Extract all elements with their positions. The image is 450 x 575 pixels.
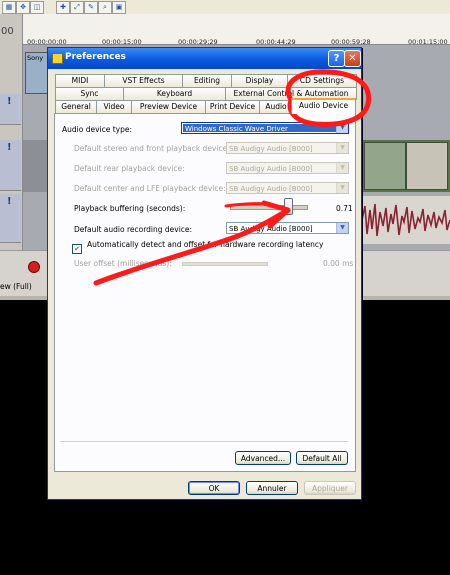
rear-playback-select[interactable]: SB Audigy Audio [B000] ▼ [226, 162, 349, 174]
track-warning-icon: ! [7, 196, 12, 207]
envelope-tool-icon[interactable]: ✎ [84, 1, 98, 14]
device-type-select[interactable]: Windows Classic Wave Driver ▼ [181, 122, 349, 134]
track-header[interactable]: ! [0, 194, 21, 243]
video-clip-thumbnail[interactable] [362, 140, 450, 192]
tab-editing[interactable]: Editing [182, 74, 232, 87]
audio-clip[interactable] [362, 196, 450, 244]
app-icon [52, 53, 63, 64]
buffering-value: 0.71 [336, 204, 353, 213]
tab-midi[interactable]: MIDI [55, 74, 105, 87]
recording-device-select[interactable]: SB Audigy Audio [B000] ▼ [226, 222, 349, 234]
toolbar-icon[interactable]: ▦ [2, 1, 16, 14]
tab-sync[interactable]: Sync [55, 87, 124, 100]
device-type-label: Audio device type: [62, 125, 133, 134]
tab-print-device[interactable]: Print Device [205, 100, 260, 113]
advanced-button[interactable]: Advanced... [235, 451, 291, 465]
edit-tool-icon[interactable]: ⤢ [70, 1, 84, 14]
user-offset-value: 0.00 ms [323, 259, 354, 268]
track-warning-icon: ! [7, 96, 12, 107]
toolbar-icon[interactable]: ✥ [16, 1, 30, 14]
chevron-down-icon: ▼ [336, 143, 348, 153]
selection-tool-icon[interactable]: ✚ [56, 1, 70, 14]
user-offset-slider[interactable] [182, 262, 268, 266]
front-playback-select[interactable]: SB Audigy Audio [B000] ▼ [226, 142, 349, 154]
panel-separator [60, 441, 348, 443]
fit-tool-icon[interactable]: ▣ [112, 1, 126, 14]
ok-button[interactable]: OK [188, 481, 240, 495]
center-lfe-label: Default center and LFE playback device: [74, 184, 226, 193]
video-frame [406, 142, 448, 190]
apply-button[interactable]: Appliquer [304, 481, 356, 495]
buffering-slider-track[interactable] [230, 205, 308, 210]
record-button[interactable] [28, 261, 40, 273]
tab-preview-device[interactable]: Preview Device [131, 100, 206, 113]
dialog-titlebar[interactable]: Preferences ? ✕ [48, 48, 361, 69]
chevron-down-icon: ▼ [336, 163, 348, 173]
rear-playback-value: SB Audigy Audio [B000] [229, 165, 313, 173]
tab-keyboard[interactable]: Keyboard [123, 87, 226, 100]
editor-toolbar: ▦ ✥ ◫ ✚ ⤢ ✎ ⌕ ▣ [0, 0, 450, 15]
zoom-tool-icon[interactable]: ⌕ [98, 1, 112, 14]
recording-device-value: SB Audigy Audio [B000] [229, 225, 313, 233]
chevron-down-icon: ▼ [336, 183, 348, 193]
help-button[interactable]: ? [328, 50, 345, 67]
center-lfe-value: SB Audigy Audio [B000] [229, 185, 313, 193]
tab-audio-device[interactable]: Audio Device [291, 98, 356, 114]
user-offset-label: User offset (milliseconds): [74, 259, 172, 268]
video-frame [364, 142, 406, 190]
rear-playback-label: Default rear playback device: [74, 164, 185, 173]
audio-device-panel: Audio device type: Windows Classic Wave … [54, 113, 356, 472]
track-list-panel: 00 ! ! ! [0, 14, 23, 264]
track-header[interactable]: ! [0, 140, 21, 191]
track-header[interactable]: ! [0, 94, 21, 125]
front-playback-label: Default stereo and front playback device… [74, 144, 230, 153]
dialog-title: Preferences [65, 52, 126, 62]
tab-display[interactable]: Display [231, 74, 288, 87]
track-warning-icon: ! [7, 142, 12, 153]
preferences-dialog: Preferences ? ✕ MIDI VST Effects Editing… [47, 47, 362, 500]
tab-audio[interactable]: Audio [259, 100, 293, 113]
device-type-value: Windows Classic Wave Driver [183, 124, 336, 133]
center-lfe-select[interactable]: SB Audigy Audio [B000] ▼ [226, 182, 349, 194]
clip-label: Sony [27, 54, 44, 62]
time-display: 00 [1, 26, 14, 37]
chevron-down-icon: ▼ [336, 123, 348, 133]
chevron-down-icon: ▼ [336, 223, 348, 233]
auto-detect-label: Automatically detect and offset for hard… [87, 240, 324, 249]
tab-vst-effects[interactable]: VST Effects [104, 74, 183, 87]
buffering-slider-thumb[interactable] [284, 198, 293, 215]
video-clip[interactable]: Sony [25, 52, 49, 94]
audio-waveform [362, 203, 450, 237]
tab-cd-settings[interactable]: CD Settings [287, 74, 357, 87]
default-all-button[interactable]: Default All [296, 451, 348, 465]
tab-video[interactable]: Video [96, 100, 132, 113]
front-playback-value: SB Audigy Audio [B000] [229, 145, 313, 153]
cancel-button[interactable]: Annuler [246, 481, 298, 495]
buffering-label: Playback buffering (seconds): [74, 204, 186, 213]
tab-general[interactable]: General [55, 100, 97, 113]
timeline-ruler[interactable] [23, 14, 450, 45]
auto-detect-checkbox[interactable]: ✔ [72, 244, 82, 254]
toolbar-icon[interactable]: ◫ [30, 1, 44, 14]
preview-quality-dropdown[interactable]: ew (Full) [0, 282, 32, 291]
close-button[interactable]: ✕ [344, 50, 361, 67]
recording-device-label: Default audio recording device: [74, 225, 193, 234]
